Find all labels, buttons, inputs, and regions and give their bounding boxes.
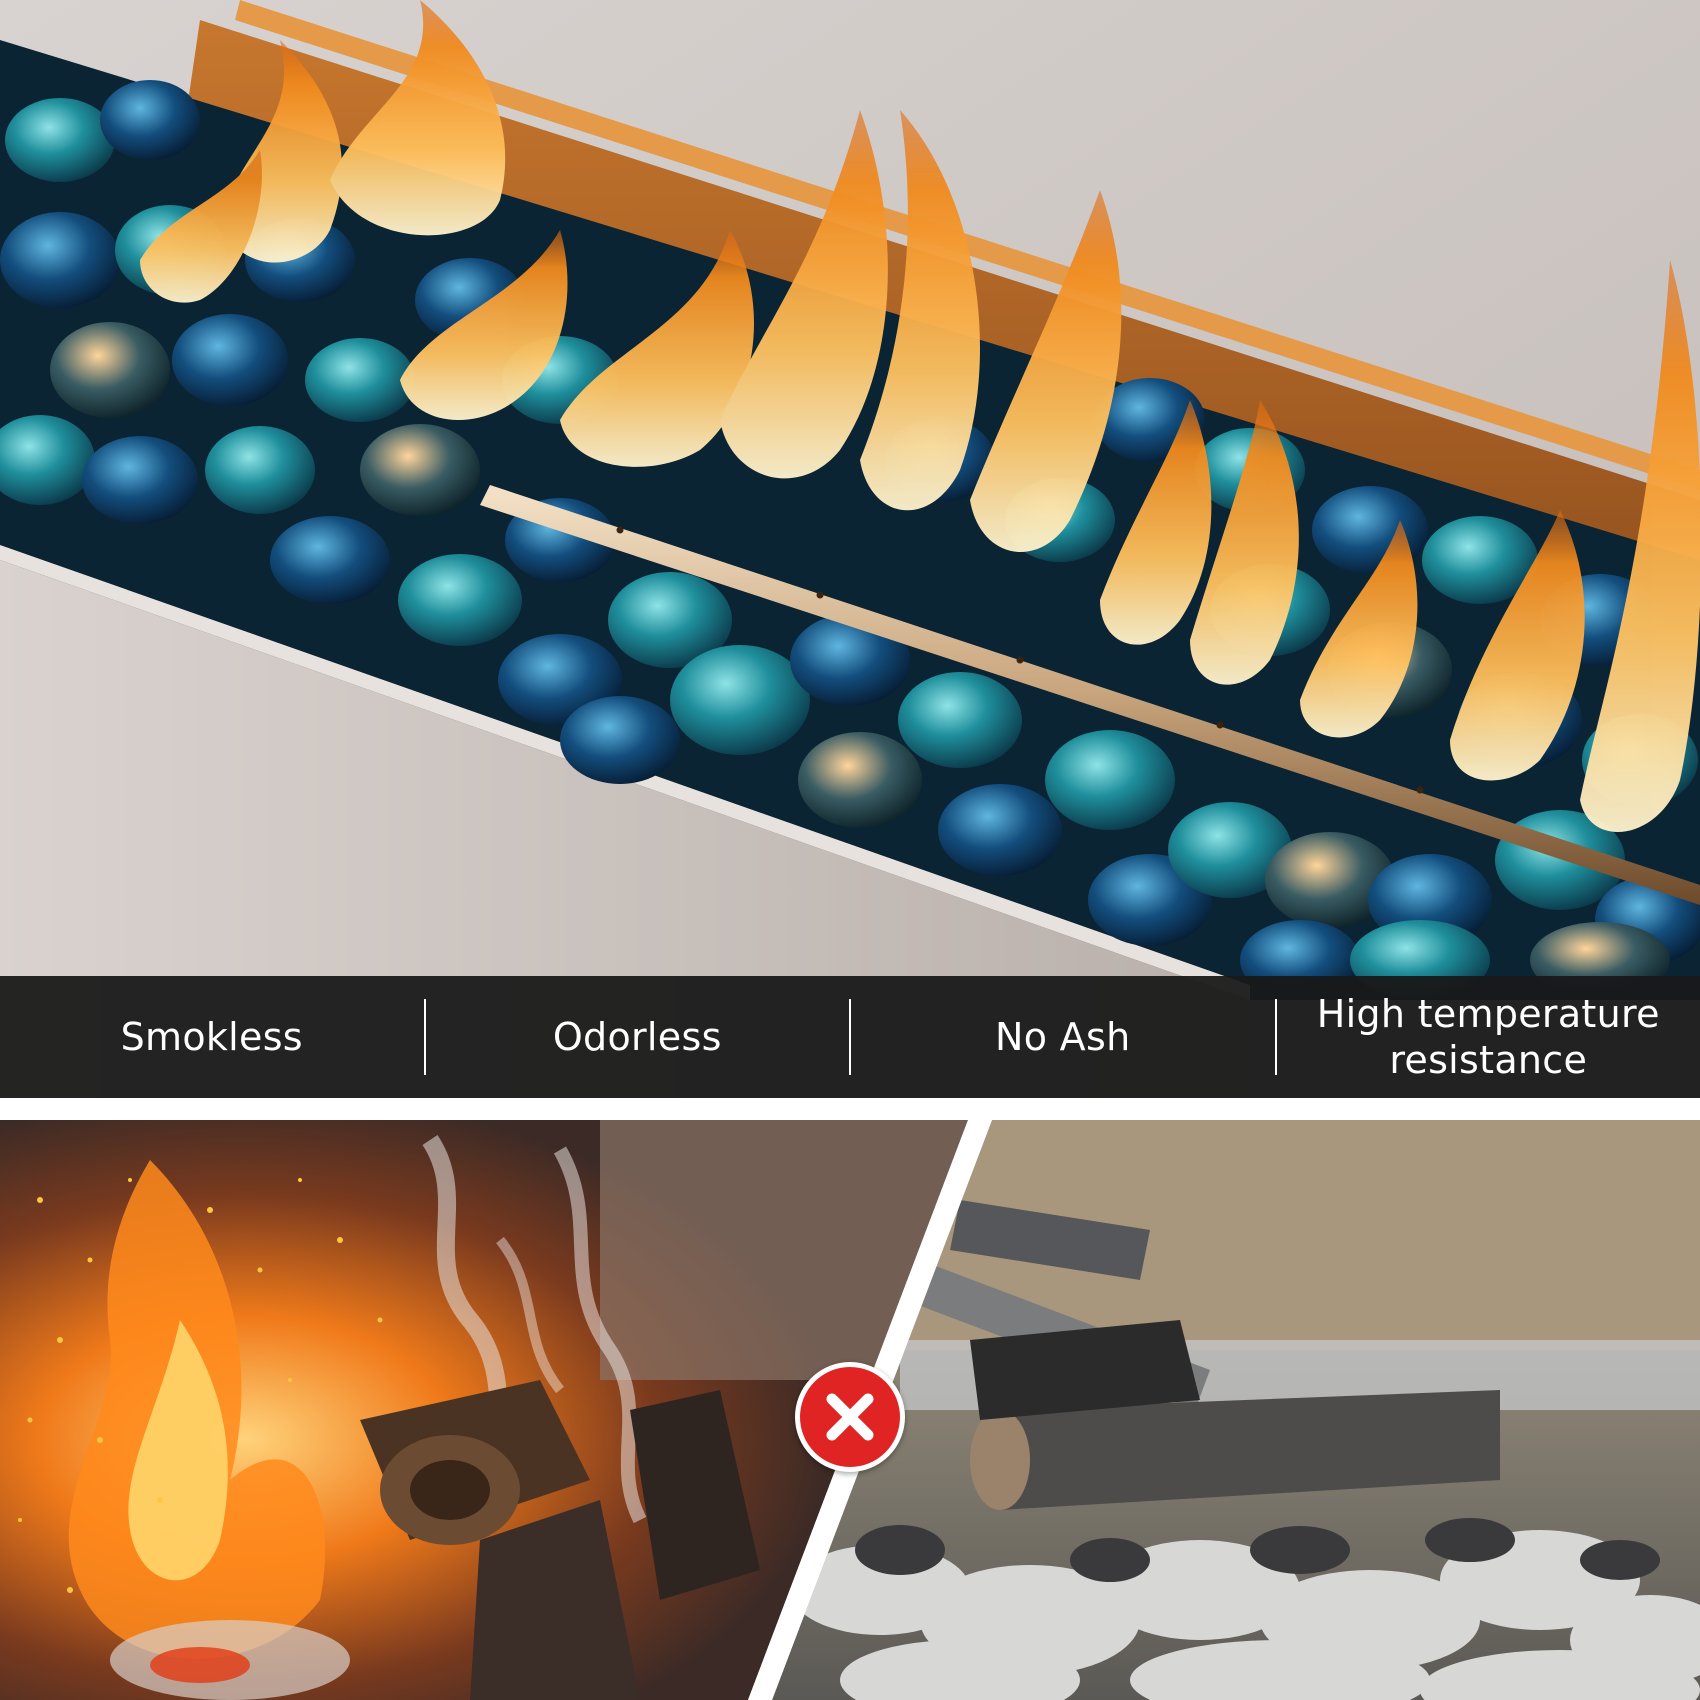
fire-pit-photo xyxy=(0,0,1700,1098)
x-circle-icon xyxy=(795,1362,905,1472)
fire-pit-illustration xyxy=(0,0,1700,1098)
feature-smokeless: Smokless xyxy=(120,1015,303,1059)
feature-high-temperature: High temperature resistance xyxy=(1316,992,1660,1082)
feature-bar: Smokless Odorless No Ash High temperatur… xyxy=(0,976,1700,1098)
feature-no-ash: No Ash xyxy=(995,1015,1131,1059)
feature-odorless: Odorless xyxy=(552,1015,722,1059)
section-gap xyxy=(0,1098,1700,1120)
